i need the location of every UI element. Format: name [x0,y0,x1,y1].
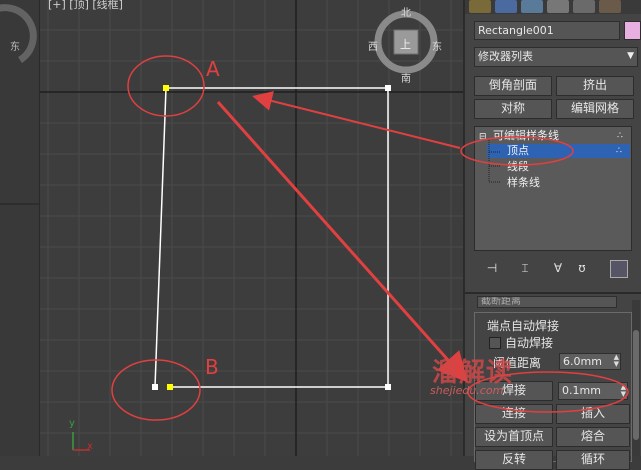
symmetry-button[interactable]: 对称 [474,99,552,119]
motion-tab-icon[interactable] [547,0,569,13]
modifier-list-label: 修改器列表 [478,50,533,63]
threshold-label: 阈值距离 [493,356,542,370]
chamfer-section-button[interactable]: 倒角剖面 [474,76,552,96]
panel-divider [465,292,641,294]
left-viewport[interactable]: 东 [0,0,40,456]
auto-weld-group-label: 端点自动焊接 [485,317,562,334]
threshold-value: 6.0mm [563,355,602,368]
vertex-a[interactable] [163,85,169,91]
vertex-b[interactable] [167,384,173,390]
configure-sets-icon[interactable] [610,260,628,278]
cycle-button[interactable]: 循环 [556,450,630,470]
pin-stack-icon[interactable]: ⊣ [484,260,500,276]
axis-y-label: y [69,418,75,429]
viewcube-east[interactable]: 东 [432,38,442,53]
modifier-list-dropdown[interactable]: 修改器列表 ▼ [474,47,638,67]
stack-item-vertex-label: 顶点 [507,144,529,157]
insert-button[interactable]: 插入 [556,404,630,424]
auto-weld-label: 自动焊接 [505,336,554,350]
cut-distance-field[interactable]: 截断距离 [477,296,617,308]
hierarchy-tab-icon[interactable] [521,0,543,13]
viewcube-west[interactable]: 西 [368,38,378,53]
modifier-stack[interactable]: ⊟ 可编辑样条线 ∴ 顶点 ∴ 线段 样条线 [474,126,632,251]
object-color-swatch[interactable] [624,21,641,40]
left-viewport-compass-label: 东 [10,42,20,53]
vertex-bottom-right[interactable] [385,384,391,390]
chevron-down-icon: ▼ [627,51,634,61]
stack-pin-icon: ∴ [617,131,623,141]
stack-tree-lines [488,140,501,183]
panel-scrollbar[interactable] [632,300,640,456]
viewcube-south[interactable]: 南 [401,70,411,85]
auto-weld-checkbox[interactable] [489,337,501,349]
connect-button[interactable]: 连接 [475,404,553,424]
weld-threshold-value: 0.1mm [562,384,601,397]
stack-tools: ⊣ ⌶ ∀ ʊ [474,258,632,280]
fuse-button[interactable]: 熔合 [556,427,630,447]
cut-distance-label: 截断距离 [481,296,521,307]
rectangle-spline[interactable] [154,87,389,388]
threshold-spinner[interactable]: 6.0mm ▲ ▼ [559,353,621,370]
command-panel: Rectangle001 修改器列表 ▼ 倒角剖面 挤出 对称 编辑网格 ⊟ 可… [463,0,641,470]
object-name-field[interactable]: Rectangle001 [474,21,620,40]
stack-item-spline[interactable]: 样条线 [507,176,540,190]
extrude-button[interactable]: 挤出 [556,76,634,96]
edit-mesh-button[interactable]: 编辑网格 [556,99,634,119]
sub-object-icon: ∴ [616,146,622,156]
weld-button[interactable]: 焊接 [475,381,553,401]
vertex-b-open[interactable] [152,384,158,390]
viewport-label[interactable]: [+] [顶] [线框] [48,0,123,12]
utilities-tab-icon[interactable] [599,0,621,13]
stack-item-segment[interactable]: 线段 [507,160,529,174]
spinner-arrows-icon[interactable]: ▲ ▼ [614,354,619,368]
left-viewport-grid [0,4,39,205]
top-viewport-canvas[interactable]: y x [+] [顶] [线框] 北 南 东 西 上 [40,0,463,456]
show-end-result-icon[interactable]: ⌶ [517,260,533,276]
viewcube[interactable]: 北 南 东 西 上 [368,4,442,85]
reverse-button[interactable]: 反转 [475,450,553,470]
command-panel-tabs [465,0,641,14]
create-tab-icon[interactable] [469,0,491,13]
weld-threshold-spinner[interactable]: 0.1mm ▲ ▼ [558,382,628,400]
vertex-top-right[interactable] [385,85,391,91]
panel-scrollbar-thumb[interactable] [633,330,639,440]
stack-item-vertex[interactable]: 顶点 ∴ [487,144,630,158]
spinner-arrows-icon[interactable]: ▲ ▼ [621,384,626,398]
modify-tab-icon[interactable] [495,0,517,13]
viewcube-north[interactable]: 北 [401,4,411,19]
make-unique-icon[interactable]: ∀ [550,260,566,276]
remove-modifier-icon[interactable]: ʊ [574,260,590,276]
viewcube-top-face[interactable]: 上 [400,36,411,52]
make-first-button[interactable]: 设为首顶点 [475,427,553,447]
display-tab-icon[interactable] [573,0,595,13]
axis-x-label: x [87,441,93,452]
top-viewport[interactable]: 东 y x [+] [顶] [线框] 北 南 东 西 上 [0,0,463,456]
